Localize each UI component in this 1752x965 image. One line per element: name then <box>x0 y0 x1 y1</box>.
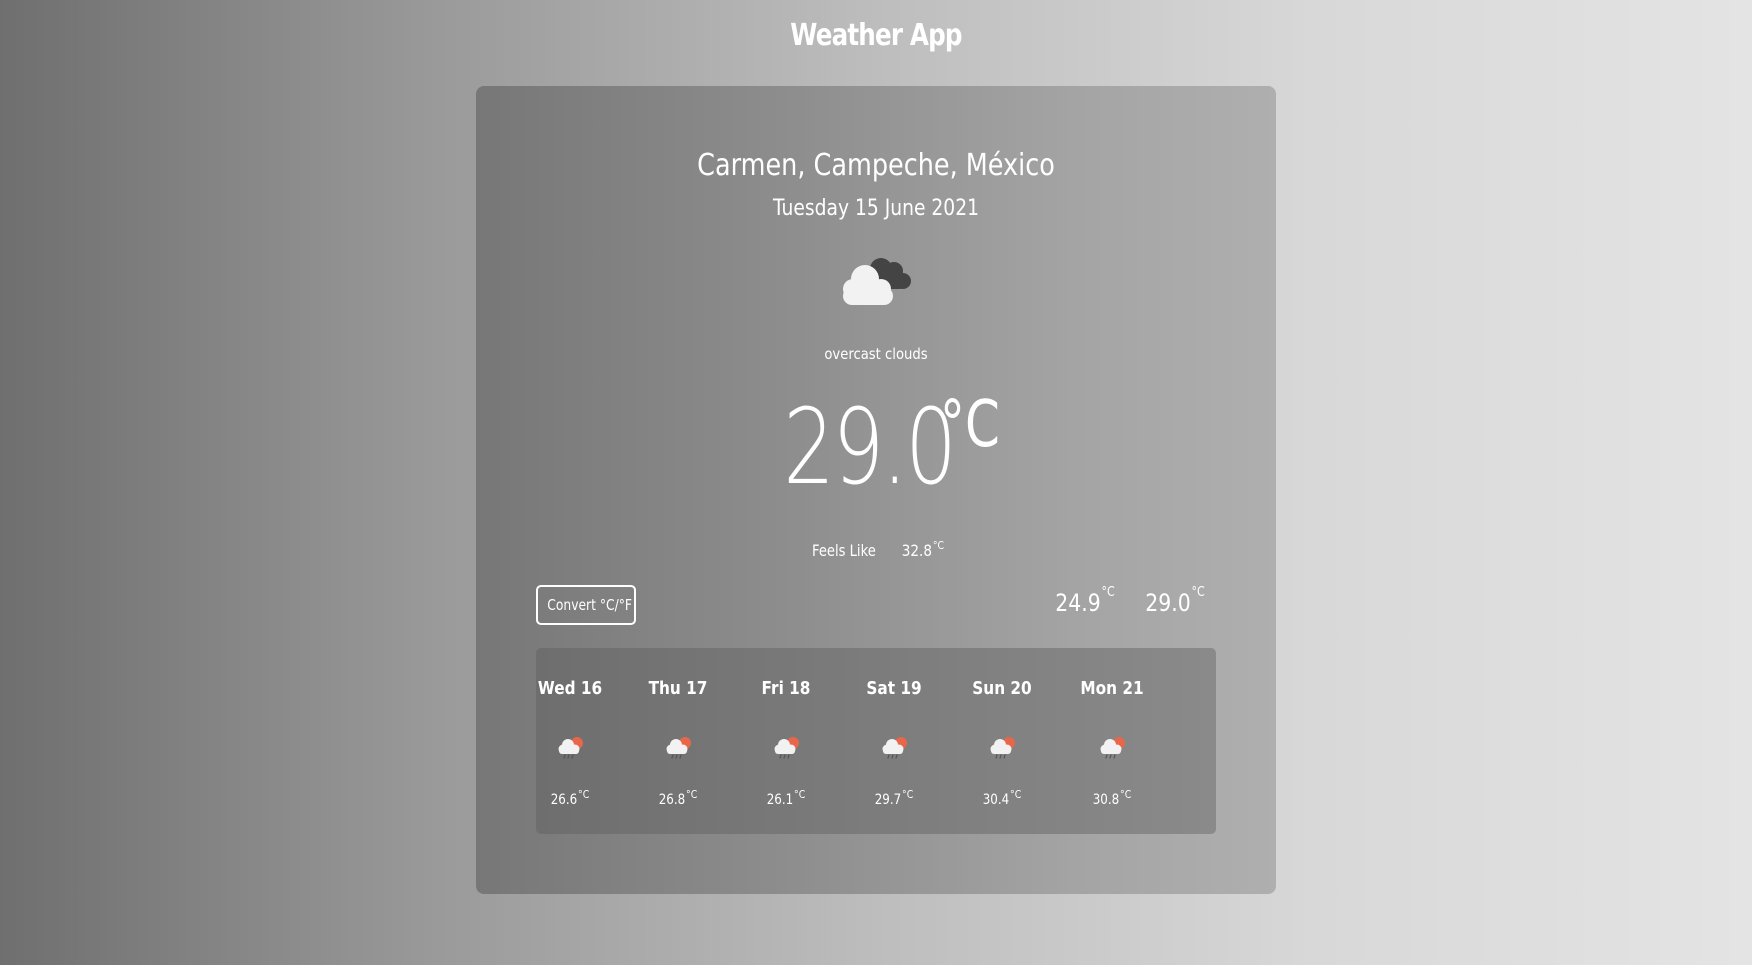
min-temperature: 24.9°C <box>1055 585 1116 617</box>
forecast-temperature-unit: °C <box>902 788 914 801</box>
forecast-day: Fri 18 26.1°C <box>736 648 836 834</box>
current-temperature: 29.0°C <box>476 386 1276 508</box>
forecast-day-name: Sun 20 <box>972 678 1032 699</box>
weather-card: Carmen, Campeche, México Tuesday 15 June… <box>476 86 1276 894</box>
feels-like-value: 32.8°C <box>901 539 944 560</box>
overcast-clouds-icon <box>843 258 911 305</box>
rain-sun-cloud-icon <box>1100 737 1125 759</box>
forecast-temperature-unit: °C <box>686 788 698 801</box>
max-temperature-unit: °C <box>1191 585 1205 600</box>
forecast-temperature: 26.8°C <box>636 788 721 808</box>
forecast-day: Sun 20 30.4°C <box>952 648 1052 834</box>
rain-sun-cloud-icon <box>558 737 583 759</box>
convert-units-button[interactable]: Convert °C/°F <box>536 585 636 625</box>
forecast-day-name: Wed 16 <box>537 678 603 699</box>
min-temperature-value: 24.9 <box>1055 589 1102 617</box>
rain-sun-cloud-icon <box>990 737 1015 759</box>
location-name: Carmen, Campeche, México <box>697 148 1055 183</box>
forecast-temperature-value: 26.8 <box>658 792 686 808</box>
forecast-temperature-unit: °C <box>794 788 806 801</box>
feels-like-label: Feels Like <box>811 541 876 560</box>
forecast-temperature: 26.1°C <box>744 788 829 808</box>
forecast-day-name: Fri 18 <box>761 678 811 699</box>
forecast-temperature-value: 29.7 <box>874 792 902 808</box>
app-title: Weather App <box>790 18 962 53</box>
min-temperature-unit: °C <box>1101 585 1116 600</box>
forecast-panel: Wed 16 26.6°C Thu 17 26.8°C Fri 18 26.1°… <box>536 648 1216 834</box>
forecast-day-name: Thu 17 <box>648 678 708 699</box>
forecast-temperature-value: 26.1 <box>766 792 794 808</box>
forecast-temperature-value: 30.4 <box>982 792 1010 808</box>
forecast-day-name: Mon 21 <box>1080 678 1144 699</box>
forecast-temperature-unit: °C <box>1010 788 1022 801</box>
forecast-temperature-value: 30.8 <box>1092 792 1120 808</box>
max-temperature: 29.0°C <box>1145 585 1205 617</box>
forecast-temperature-unit: °C <box>1120 788 1132 801</box>
weather-description: overcast clouds <box>824 345 928 363</box>
forecast-temperature: 26.6°C <box>528 788 613 808</box>
temperature-unit: °C <box>940 388 1001 462</box>
forecast-day-name: Sat 19 <box>866 678 922 699</box>
rain-sun-cloud-icon <box>666 737 691 759</box>
forecast-temperature: 30.4°C <box>960 788 1045 808</box>
temperature-value: 29.0 <box>783 386 957 508</box>
min-max-temperature: 24.9°C 29.0°C <box>1038 585 1210 617</box>
forecast-temperature-unit: °C <box>578 788 590 801</box>
feels-like-unit: °C <box>932 539 944 552</box>
max-temperature-value: 29.0 <box>1145 589 1191 617</box>
forecast-temperature: 29.7°C <box>852 788 937 808</box>
rain-sun-cloud-icon <box>882 737 907 759</box>
forecast-day: Thu 17 26.8°C <box>628 648 728 834</box>
feels-like-number: 32.8 <box>901 541 932 560</box>
forecast-day: Wed 16 26.6°C <box>520 648 620 834</box>
convert-units-label: Convert °C/°F <box>547 596 632 614</box>
current-date: Tuesday 15 June 2021 <box>772 196 980 221</box>
forecast-temperature: 30.8°C <box>1070 788 1155 808</box>
forecast-day: Sat 19 29.7°C <box>844 648 944 834</box>
forecast-day: Mon 21 30.8°C <box>1062 648 1162 834</box>
rain-sun-cloud-icon <box>774 737 799 759</box>
feels-like: Feels Like 32.8°C <box>476 539 1276 560</box>
forecast-temperature-value: 26.6 <box>550 792 578 808</box>
